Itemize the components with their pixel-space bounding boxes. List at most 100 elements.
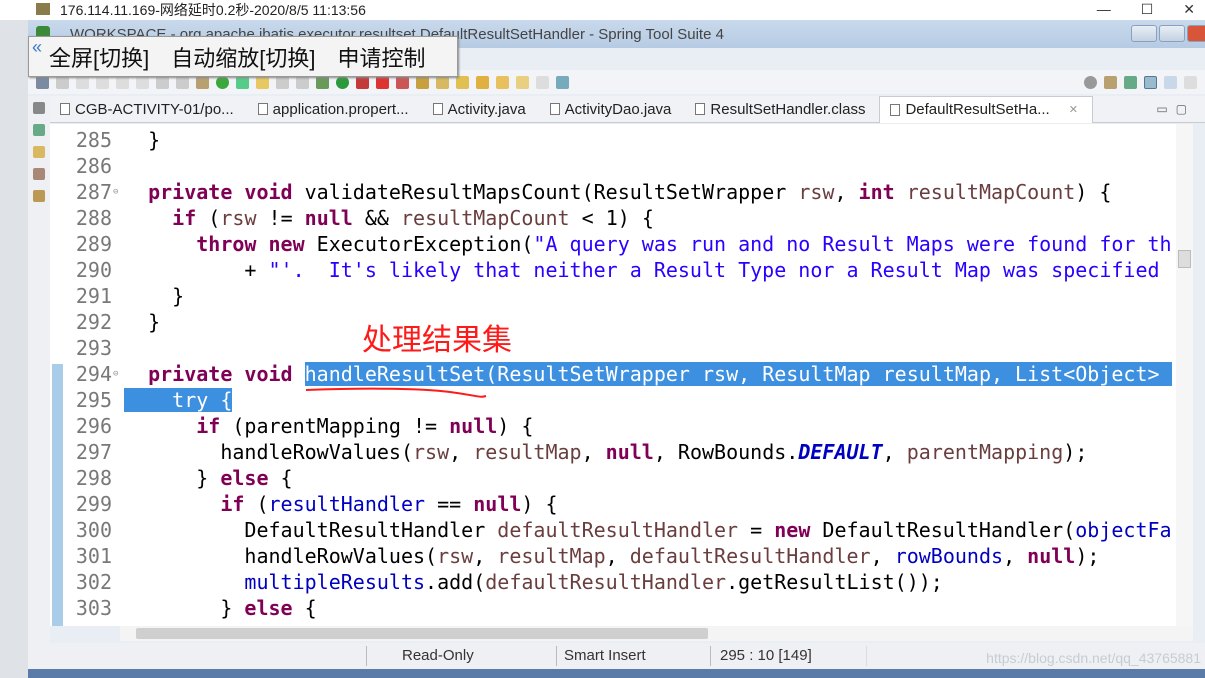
package-explorer-icon[interactable]: [33, 124, 45, 136]
code-line: 300 DefaultResultHandler defaultResultHa…: [50, 517, 1193, 543]
code-token: resultMapCount: [401, 206, 570, 230]
code-text: private void handleResultSet(ResultSetWr…: [124, 361, 1172, 387]
step-over-icon[interactable]: [156, 75, 169, 89]
spring-boot-icon[interactable]: [216, 75, 229, 89]
code-token: < 1) {: [569, 206, 654, 230]
forward-disabled-icon[interactable]: [536, 75, 549, 89]
line-number: 299: [75, 492, 112, 516]
code-token: {: [292, 596, 317, 620]
suspend-icon[interactable]: [96, 75, 109, 89]
mark-occurrences-icon[interactable]: [256, 75, 269, 89]
code-token: );: [1063, 440, 1088, 464]
horizontal-scrollbar[interactable]: [120, 626, 1193, 641]
stop-icon[interactable]: [376, 75, 389, 89]
search-icon[interactable]: [56, 75, 69, 89]
code-token: DefaultResultHandler(: [810, 518, 1076, 542]
open-console-icon[interactable]: [556, 75, 569, 89]
code-line: 289 throw new ExecutorException("A query…: [50, 231, 1193, 257]
maximize-button[interactable]: ☐: [1141, 0, 1154, 18]
vertical-scrollbar[interactable]: [1176, 124, 1193, 626]
horizontal-scroll-thumb[interactable]: [136, 628, 708, 639]
open-type-icon[interactable]: [436, 75, 449, 89]
code-token: try {: [124, 388, 233, 412]
code-token: parentMapping: [906, 440, 1064, 464]
debug-icon[interactable]: [316, 75, 329, 89]
code-token: resultMap: [497, 544, 606, 568]
tab-close-icon[interactable]: ✕: [1069, 103, 1078, 116]
next-annotation-icon[interactable]: [456, 75, 469, 89]
code-text: } else {: [124, 595, 317, 621]
code-token: new: [774, 518, 811, 542]
code-token: if: [172, 206, 197, 230]
junit-icon[interactable]: [33, 190, 45, 202]
left-trim-bar: [28, 96, 50, 646]
tab-3[interactable]: ActivityDao.java: [540, 96, 686, 123]
tab-5[interactable]: DefaultResultSetHa... ✕: [879, 95, 1093, 123]
back-icon[interactable]: [496, 75, 509, 89]
code-token: &&: [352, 206, 401, 230]
new-window-icon[interactable]: [1164, 75, 1177, 89]
previous-annotation-icon[interactable]: [476, 75, 489, 89]
tab-1[interactable]: application.propert...: [248, 96, 423, 123]
line-number: 297: [75, 440, 112, 464]
code-line: 303 } else {: [50, 595, 1193, 621]
code-line: 296 if (parentMapping != null) {: [50, 413, 1193, 439]
debug-perspective-icon[interactable]: [1144, 75, 1157, 89]
whitespace-icon[interactable]: [296, 75, 309, 89]
close-button[interactable]: ✕: [1183, 0, 1195, 18]
tab-2[interactable]: Activity.java: [423, 96, 540, 123]
line-number: 300: [75, 518, 112, 542]
code-token: rsw: [437, 544, 474, 568]
open-perspective-icon[interactable]: [1104, 75, 1117, 89]
coverage-icon[interactable]: [356, 75, 369, 89]
type-hierarchy-icon[interactable]: [33, 146, 45, 158]
step-return-icon[interactable]: [176, 75, 189, 89]
save-icon[interactable]: [36, 75, 49, 89]
fullscreen-toggle[interactable]: 全屏[切换]: [49, 41, 149, 73]
code-token: );: [1075, 544, 1100, 568]
terminate-icon[interactable]: [116, 75, 129, 89]
code-token: rsw: [412, 440, 450, 464]
step-icon[interactable]: [136, 75, 149, 89]
minimize-button[interactable]: —: [1097, 0, 1111, 18]
block-selection-icon[interactable]: [276, 75, 289, 89]
code-token: private void: [148, 362, 293, 386]
java-perspective-icon[interactable]: [1124, 75, 1137, 89]
code-editor[interactable]: 285 } 286 287 ⊖ private void validateResult…: [50, 124, 1193, 626]
tab-0[interactable]: CGB-ACTIVITY-01/po...: [50, 96, 248, 123]
save-all-icon[interactable]: [1184, 75, 1197, 89]
debug-resume-icon[interactable]: [76, 75, 89, 89]
tab-label: ResultSetHandler.class: [710, 100, 866, 118]
skip-breakpoints-icon[interactable]: [196, 75, 209, 89]
tab-4[interactable]: ResultSetHandler.class: [685, 96, 879, 123]
vertical-scroll-thumb[interactable]: [1178, 250, 1191, 268]
new-java-project-icon[interactable]: [416, 75, 429, 89]
line-number: 286: [75, 154, 112, 178]
window-restore-button[interactable]: [1159, 25, 1185, 42]
file-icon: [549, 103, 560, 115]
line-number: 289: [75, 232, 112, 256]
window-close-button[interactable]: [1187, 25, 1205, 42]
pin-icon[interactable]: [236, 75, 249, 89]
restore-icon[interactable]: [33, 102, 45, 114]
servers-icon[interactable]: [33, 168, 45, 180]
external-tools-icon[interactable]: [396, 75, 409, 89]
window-minimize-button[interactable]: [1131, 25, 1157, 42]
run-icon[interactable]: [336, 75, 349, 89]
remote-session-titlebar: 176.114.11.169-网络延时0.2秒-2020/8/5 11:13:5…: [0, 0, 1205, 20]
request-control-button[interactable]: 申请控制: [337, 41, 425, 73]
fold-toggle-icon[interactable]: ⊖: [113, 361, 118, 387]
code-token: resultMap: [473, 440, 582, 464]
forward-icon[interactable]: [516, 75, 529, 89]
quick-access-search-icon[interactable]: [1084, 75, 1097, 89]
autoscale-toggle[interactable]: 自动缩放[切换]: [171, 41, 315, 73]
minimize-maximize-editor-icons[interactable]: ▭▢: [1156, 102, 1195, 116]
code-token: DefaultResultHandler: [124, 518, 498, 542]
fold-toggle-icon[interactable]: ⊖: [113, 179, 118, 205]
line-number: 298: [75, 466, 112, 490]
collapse-icon[interactable]: «: [32, 37, 42, 58]
line-number: 285: [75, 128, 112, 152]
code-text: handleRowValues(rsw, resultMap, defaultR…: [124, 543, 1099, 569]
watermark: https://blog.csdn.net/qq_43765881: [986, 650, 1201, 666]
